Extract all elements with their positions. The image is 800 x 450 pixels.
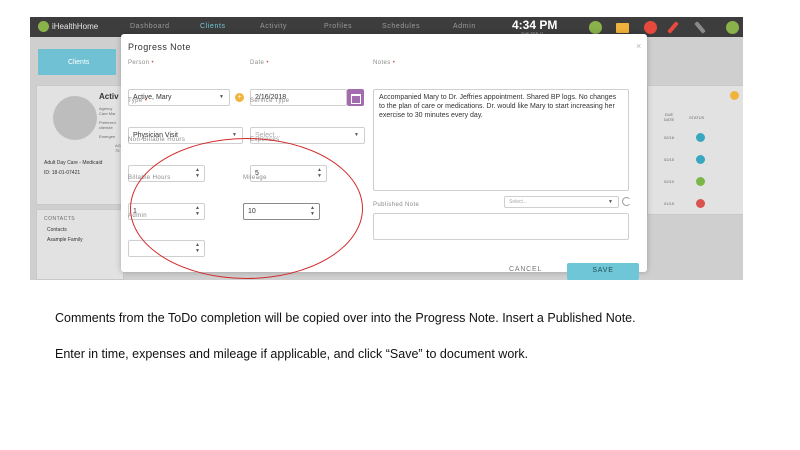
add-icon[interactable] [730,91,739,100]
instruction-line-2: Enter in time, expenses and mileage if a… [55,347,529,361]
client-id: ID: 18-01-07421 [44,170,81,176]
date-label: Date • [250,60,269,66]
status-icon [696,133,705,142]
person-label: Person • [128,60,155,66]
highlight-ellipse [130,138,363,279]
type-label: Type • [128,98,148,104]
program-text: Adult Day Care - Medicaid [44,160,103,166]
help-icon[interactable] [589,21,602,34]
nav-dashboard[interactable]: Dashboard [130,23,170,30]
logo-text: iHealthHome [52,22,99,31]
family-contact[interactable]: Asample Family [47,237,83,243]
client-text: client#e [99,125,113,130]
service-type-label: Service Type [250,98,290,104]
edit-icon[interactable] [667,21,679,34]
nav-schedules[interactable]: Schedules [382,23,420,30]
refresh-icon[interactable] [622,197,631,206]
mail-icon[interactable] [616,23,629,33]
row-date: 02/15 [664,157,675,162]
notes-textarea[interactable]: Accompanied Mary to Dr. Jeffries appoint… [373,89,629,191]
row-date: 02/16 [664,135,675,140]
age-value: 75 [115,148,120,153]
client-profile-panel: Activ Agency Care Mar Preferred client#e… [36,85,124,205]
logo-icon [38,21,49,32]
chevron-down-icon: ▼ [232,132,237,138]
published-note-textarea[interactable] [373,213,629,240]
non-billable-label: Non-Billable Hours [128,137,186,143]
emergency-label: Emergen [99,134,116,139]
app-logo[interactable]: iHealthHome [38,21,98,32]
clock-icon[interactable] [726,21,739,34]
due-date-header: DUE DATE [663,112,675,122]
contacts-panel: CONTACTS Contacts Asample Family [36,209,124,280]
todo-panel: DUE DATE STATUS 02/16 02/15 02/10 01/15 [647,85,743,215]
pin-icon[interactable] [694,21,706,34]
contacts-header: CONTACTS [44,216,76,222]
tasks-icon[interactable] [644,21,657,34]
published-note-placeholder: Select... [509,199,528,205]
notes-value: Accompanied Mary to Dr. Jeffries appoint… [379,94,617,119]
care-manager: Care Mar [99,111,116,116]
client-name: Activ [99,92,119,101]
chevron-down-icon: ▼ [354,132,359,138]
close-icon[interactable]: × [636,41,641,51]
save-button[interactable]: SAVE [567,263,639,280]
status-icon [696,155,705,164]
row-date: 01/15 [664,201,675,206]
chevron-down-icon: ▼ [608,199,613,205]
add-person-icon[interactable]: + [235,93,244,102]
notes-label: Notes • [373,60,396,66]
chevron-down-icon: ▼ [219,94,224,100]
nav-activity[interactable]: Activity [260,23,287,30]
dialog-title: Progress Note [128,42,191,52]
cancel-button[interactable]: CANCEL [509,266,542,273]
calendar-icon[interactable] [347,89,364,106]
status-icon [696,177,705,186]
published-note-label: Published Note [373,202,420,208]
avatar [53,96,97,140]
status-header: STATUS [689,115,705,120]
clock-time: 4:34 PM [512,18,558,32]
status-icon [696,199,705,208]
nav-admin[interactable]: Admin [453,23,476,30]
clients-tab-label: Clients [68,59,90,66]
clients-tab[interactable]: Clients [38,49,116,75]
nav-clients[interactable]: Clients [200,23,226,30]
app-screenshot: iHealthHome Dashboard Clients Activity P… [30,17,743,280]
nav-profiles[interactable]: Profiles [324,23,352,30]
row-date: 02/10 [664,179,675,184]
contacts-link[interactable]: Contacts [47,227,67,233]
instruction-line-1: Comments from the ToDo completion will b… [55,311,636,325]
published-note-select[interactable]: Select... ▼ [504,196,619,208]
